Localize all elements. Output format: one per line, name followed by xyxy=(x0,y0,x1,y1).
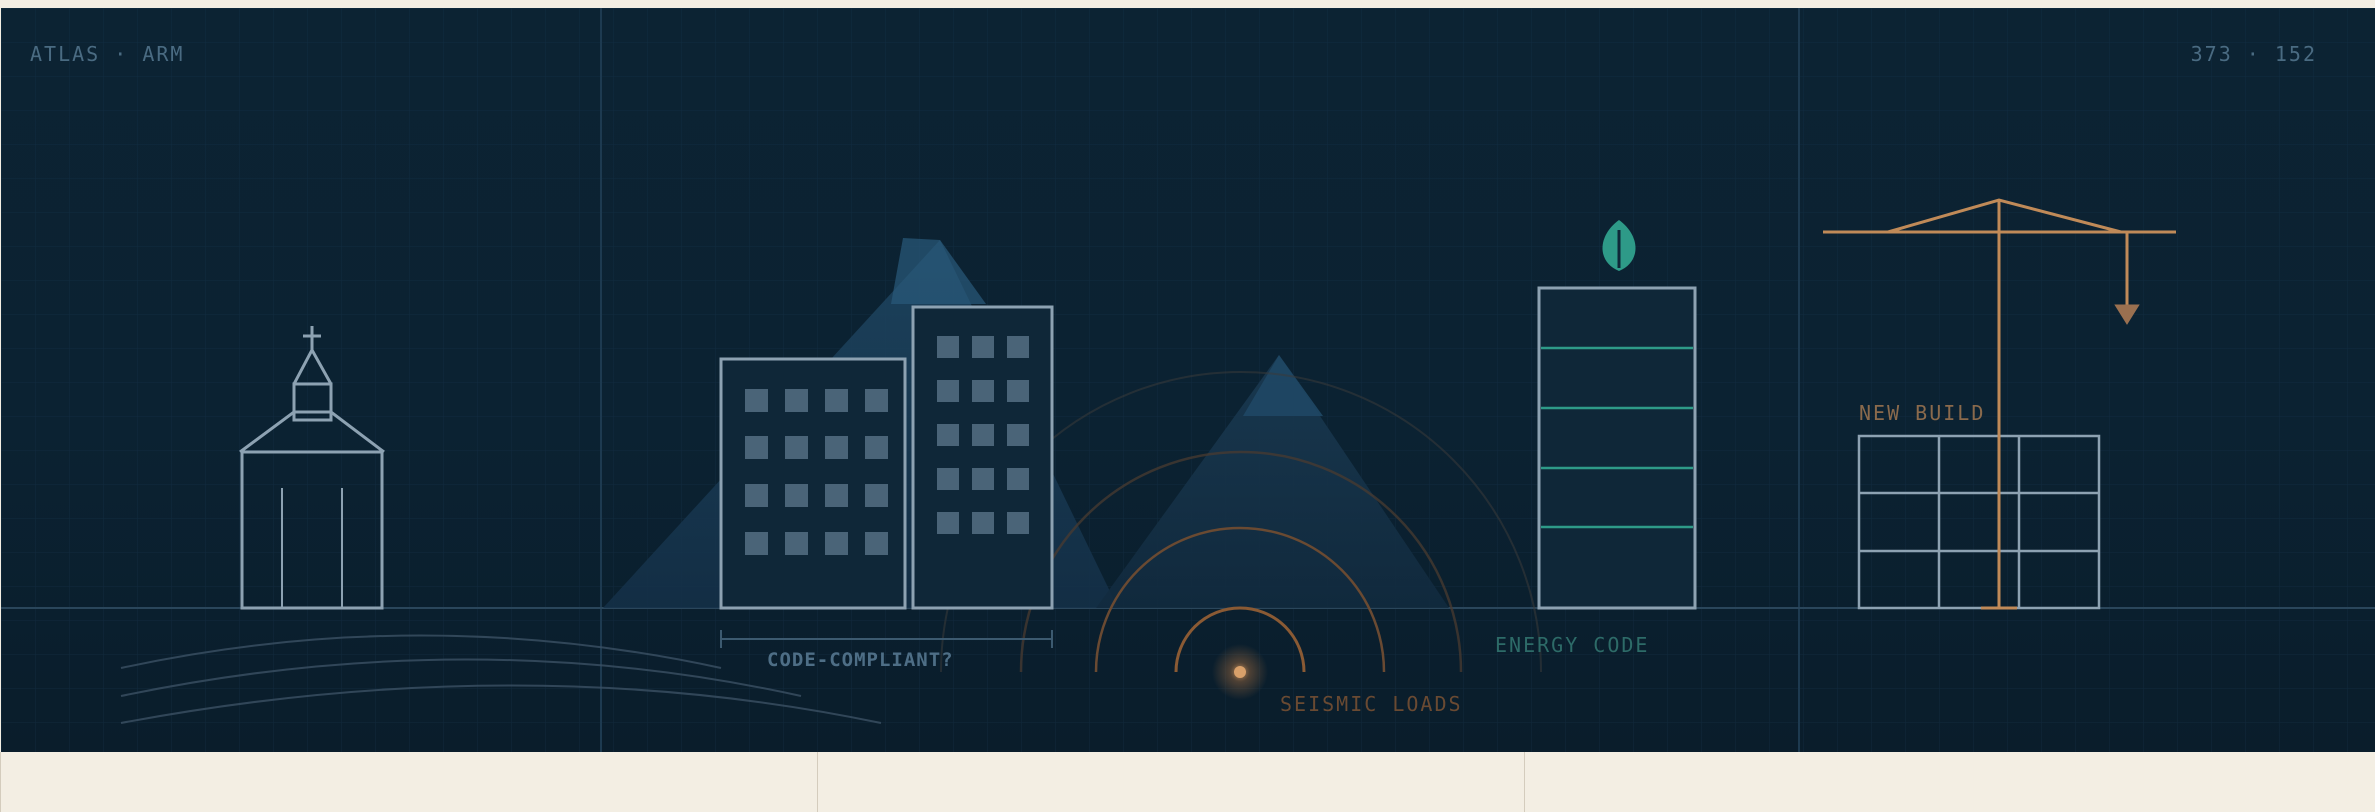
code-compliant-label: CODE-COMPLIANT? xyxy=(767,649,954,671)
illustration-panel: ATLAS · ARM 373 · 152 CODE-COMPLIANT? EN… xyxy=(1,8,2375,752)
illustration-canvas xyxy=(1,8,2375,752)
new-build-label: NEW BUILD xyxy=(1859,401,1986,425)
page: ATLAS · ARM 373 · 152 CODE-COMPLIANT? EN… xyxy=(0,0,2375,812)
bottom-cell xyxy=(818,752,1525,812)
bottom-cell xyxy=(1,752,818,812)
energy-tower-icon xyxy=(1537,286,1697,610)
header-left-label: ATLAS · ARM xyxy=(30,42,185,66)
energy-code-label: ENERGY CODE xyxy=(1495,633,1650,657)
bottom-cell xyxy=(1525,752,2375,812)
grid-background xyxy=(1,8,2375,752)
office-buildings-icon xyxy=(719,305,1054,648)
bottom-strip xyxy=(0,752,2375,812)
header-right-label: 373 · 152 xyxy=(2190,42,2317,66)
seismic-loads-label: SEISMIC LOADS xyxy=(1280,692,1463,716)
